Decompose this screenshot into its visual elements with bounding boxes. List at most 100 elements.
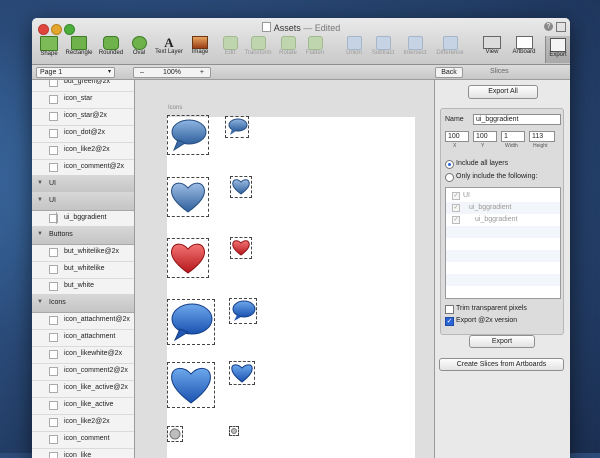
slice-icon-likewhite[interactable]: [229, 361, 255, 385]
zoom-out-button[interactable]: –: [140, 68, 144, 77]
slice-checkbox[interactable]: [49, 146, 58, 155]
tool-intersect[interactable]: Intersect: [400, 36, 430, 56]
heart-active-icon: [232, 240, 250, 256]
list-item[interactable]: ✓ ui_bggradient: [446, 214, 560, 226]
slice-checkbox[interactable]: [49, 350, 58, 359]
tool-oval[interactable]: Oval: [128, 36, 150, 56]
tool-shape[interactable]: Shape: [36, 36, 62, 57]
slice-icon-comment2-2x[interactable]: [167, 299, 215, 345]
rotate-icon: [280, 36, 296, 50]
slice-checkbox[interactable]: [49, 129, 58, 138]
image-icon: [192, 36, 208, 49]
export-panel: Export All Name ui_bggradient 100 100 1 …: [434, 80, 570, 458]
shape-icon: [40, 36, 58, 51]
export-2x-checkbox[interactable]: ✓: [445, 317, 454, 326]
height-field[interactable]: 113: [529, 131, 555, 142]
slice-checkbox[interactable]: [49, 282, 58, 291]
layer-list[interactable]: but_green@2x icon_star icon_star@2x icon_do…: [32, 80, 135, 458]
tool-image[interactable]: Image: [188, 36, 212, 55]
disclosure-triangle-icon[interactable]: ▼: [37, 299, 43, 305]
x-field[interactable]: 100: [445, 131, 469, 142]
layer-checkbox[interactable]: ✓: [452, 216, 460, 224]
comment-bubble-icon: [171, 303, 213, 342]
only-include-label: Only include the following:: [456, 173, 538, 180]
slice-icon-like[interactable]: [230, 176, 252, 198]
slice-icon-comment2[interactable]: [229, 298, 257, 324]
slice-checkbox[interactable]: [49, 401, 58, 410]
tool-edit[interactable]: Edit: [220, 36, 240, 56]
tool-flatten[interactable]: Flatten: [302, 36, 328, 56]
y-field[interactable]: 100: [473, 131, 497, 142]
view-icon: [483, 36, 501, 49]
layer-include-list[interactable]: ✓ UI ✓ ui_bggradient ✓ ui_bggradient: [445, 187, 561, 299]
slice-checkbox[interactable]: [49, 418, 58, 427]
slice-icon-like-active[interactable]: [230, 237, 252, 259]
export-button[interactable]: Export: [469, 335, 535, 348]
y-caption: Y: [481, 143, 485, 149]
trim-checkbox[interactable]: [445, 305, 454, 314]
slice-icon-comment[interactable]: [225, 116, 249, 138]
name-label: Name: [445, 116, 464, 123]
layer-label: icon_star@2x: [64, 112, 107, 119]
slice-icon-dot[interactable]: [229, 426, 239, 436]
slice-checkbox[interactable]: [49, 435, 58, 444]
comment-bubble-icon: [171, 119, 207, 152]
slice-checkbox[interactable]: [49, 265, 58, 274]
fullscreen-icon[interactable]: [556, 22, 566, 32]
disclosure-triangle-icon[interactable]: ▼: [37, 197, 43, 203]
document-icon: [261, 22, 271, 32]
slice-icon-likewhite-2x[interactable]: [167, 362, 215, 408]
tool-text-layer[interactable]: A Text Layer: [152, 36, 186, 55]
only-include-radio[interactable]: [445, 173, 454, 182]
export-all-button[interactable]: Export All: [468, 85, 538, 99]
slice-checkbox[interactable]: [49, 112, 58, 121]
create-slices-button[interactable]: Create Slices from Artboards: [439, 358, 564, 371]
canvas[interactable]: Icons: [135, 80, 434, 458]
trim-label: Trim transparent pixels: [456, 305, 527, 312]
slice-checkbox[interactable]: [49, 384, 58, 393]
slice-icon-comment-2x[interactable]: [167, 115, 209, 155]
slice-checkbox[interactable]: [49, 367, 58, 376]
slice-checkbox[interactable]: [49, 316, 58, 325]
tool-rectangle[interactable]: Rectangle: [64, 36, 94, 56]
slice-icon-dot-2x[interactable]: [167, 426, 183, 442]
toolbar: Assets — Edited ? Shape Rectangle Rounde…: [32, 18, 570, 65]
tool-rounded[interactable]: Rounded: [96, 36, 126, 56]
slice-icon-like-2x[interactable]: [167, 177, 209, 217]
tool-export[interactable]: Export: [545, 36, 570, 63]
layer-checkbox[interactable]: ✓: [452, 192, 460, 200]
tool-transform[interactable]: Transform: [242, 36, 274, 56]
tool-rotate[interactable]: Rotate: [276, 36, 300, 56]
disclosure-triangle-icon[interactable]: ▼: [37, 231, 43, 237]
help-icon[interactable]: ?: [544, 22, 553, 31]
tool-difference[interactable]: Difference: [432, 36, 468, 56]
slice-checkbox[interactable]: [49, 248, 58, 257]
slice-icon-like-active-2x[interactable]: [167, 238, 209, 278]
layer-label: icon_dot@2x: [64, 129, 105, 136]
tool-view[interactable]: View: [480, 36, 504, 55]
slice-checkbox[interactable]: [49, 333, 58, 342]
subtract-icon: [375, 36, 391, 50]
height-caption: Height: [533, 143, 548, 149]
slice-checkbox[interactable]: [49, 163, 58, 172]
slice-checkbox[interactable]: [49, 80, 58, 87]
page-select[interactable]: Page 1 ▾: [36, 67, 115, 78]
tool-union[interactable]: Union: [342, 36, 366, 56]
layer-checkbox[interactable]: ✓: [452, 204, 460, 212]
zoom-control[interactable]: – 100% +: [133, 67, 211, 78]
name-field[interactable]: ui_bggradient: [473, 114, 561, 125]
tool-subtract[interactable]: Subtract: [368, 36, 398, 56]
text-icon: A: [164, 35, 174, 50]
tool-artboard[interactable]: Artboard: [508, 36, 540, 55]
app-window: Assets — Edited ? Shape Rectangle Rounde…: [32, 18, 570, 458]
edit-icon: [222, 36, 238, 50]
width-field[interactable]: 1: [501, 131, 525, 142]
slice-checkbox[interactable]: [49, 95, 58, 104]
include-all-radio[interactable]: [445, 160, 454, 169]
layer-label: icon_like2@2x: [64, 146, 110, 153]
list-item[interactable]: ✓ UI: [446, 190, 560, 202]
back-button[interactable]: Back: [435, 67, 463, 78]
list-item[interactable]: ✓ ui_bggradient: [446, 202, 560, 214]
zoom-in-button[interactable]: +: [200, 68, 204, 77]
disclosure-triangle-icon[interactable]: ▼: [37, 180, 43, 186]
